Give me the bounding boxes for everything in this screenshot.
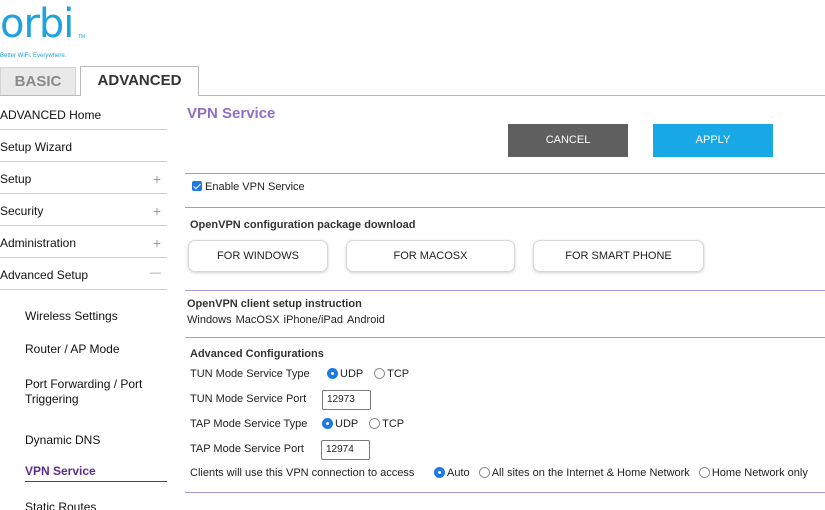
- sidebar-item-setup[interactable]: Setup +: [0, 171, 167, 188]
- download-windows-button[interactable]: FOR WINDOWS: [188, 240, 328, 272]
- link-iphone-ipad[interactable]: iPhone/iPad: [284, 314, 343, 326]
- tun-port-label: TUN Mode Service Port: [190, 393, 307, 405]
- cancel-button[interactable]: CANCEL: [508, 124, 628, 157]
- expand-plus-icon[interactable]: +: [153, 235, 161, 251]
- tap-udp-radio[interactable]: [322, 418, 333, 429]
- enable-vpn-checkbox[interactable]: [192, 181, 202, 191]
- tun-udp-radio[interactable]: [327, 368, 338, 379]
- tap-port-label: TAP Mode Service Port: [190, 443, 304, 455]
- access-home-only-radio[interactable]: [698, 467, 710, 478]
- section-divider: [185, 173, 825, 174]
- sidebar-item-label: Setup: [0, 172, 32, 186]
- advanced-config-heading: Advanced Configurations: [190, 348, 324, 360]
- tun-tcp-label: TCP: [387, 368, 410, 380]
- sidebar-divider: [0, 289, 167, 290]
- logo-tagline: Better WiFi. Everywhere.: [0, 53, 67, 59]
- enable-vpn-row: Enable VPN Service: [192, 181, 305, 193]
- sidebar-item-label: Advanced Setup: [0, 268, 89, 282]
- tab-basic[interactable]: BASIC: [0, 67, 76, 95]
- access-radio-group: Auto All sites on the Internet & Home Ne…: [434, 467, 808, 479]
- download-smartphone-button[interactable]: FOR SMART PHONE: [533, 240, 704, 272]
- access-all-sites-label: All sites on the Internet & Home Network: [491, 467, 690, 479]
- tap-udp-label: UDP: [335, 418, 359, 430]
- tab-advanced[interactable]: ADVANCED: [80, 66, 199, 96]
- access-label: Clients will use this VPN connection to …: [190, 467, 415, 479]
- access-auto-label: Auto: [447, 467, 470, 479]
- enable-vpn-label: Enable VPN Service: [205, 181, 305, 193]
- sidebar-divider: [0, 257, 167, 258]
- client-setup-heading: OpenVPN client setup instruction: [187, 298, 362, 310]
- tap-type-label: TAP Mode Service Type: [190, 418, 308, 430]
- tap-tcp-label: TCP: [382, 418, 405, 430]
- orbi-logo: orbi TM Better WiFi. Everywhere.: [0, 1, 85, 59]
- link-macosx[interactable]: MacOSX: [236, 314, 280, 326]
- apply-button[interactable]: APPLY: [653, 124, 773, 157]
- tun-type-radio-group: UDP TCP: [327, 368, 409, 380]
- expand-plus-icon[interactable]: +: [153, 171, 161, 187]
- sidebar-item-label: ADVANCED Home: [0, 108, 102, 122]
- sidebar-item-advanced-home[interactable]: ADVANCED Home: [0, 108, 167, 124]
- active-nav-underline: [25, 481, 167, 482]
- page-title: VPN Service: [187, 105, 276, 122]
- tap-type-radio-group: UDP TCP: [322, 418, 404, 430]
- section-divider: [185, 337, 825, 338]
- sidebar-subitem-router-ap-mode[interactable]: Router / AP Mode: [25, 342, 167, 357]
- tap-port-input[interactable]: 12974: [321, 440, 370, 460]
- sidebar-subitem-wireless-settings[interactable]: Wireless Settings: [25, 309, 167, 324]
- sidebar-item-advanced-setup[interactable]: Advanced Setup —: [0, 267, 167, 284]
- sidebar-item-administration[interactable]: Administration +: [0, 235, 167, 252]
- sidebar-subitem-static-routes[interactable]: Static Routes: [25, 500, 167, 510]
- link-android[interactable]: Android: [347, 314, 385, 326]
- sidebar-item-security[interactable]: Security +: [0, 203, 167, 220]
- sidebar-item-label: Security: [0, 204, 44, 218]
- link-windows[interactable]: Windows: [187, 314, 232, 326]
- sidebar-item-label: Administration: [0, 236, 77, 250]
- tun-udp-label: UDP: [340, 368, 364, 380]
- download-heading: OpenVPN configuration package download: [190, 219, 416, 231]
- sidebar-divider: [0, 161, 167, 162]
- sidebar-divider: [0, 129, 167, 130]
- tap-tcp-radio[interactable]: [369, 418, 381, 429]
- sidebar-subitem-dynamic-dns[interactable]: Dynamic DNS: [25, 433, 167, 448]
- section-divider: [185, 207, 825, 208]
- access-home-only-label: Home Network only: [711, 467, 808, 479]
- sidebar-divider: [0, 225, 167, 226]
- expand-plus-icon[interactable]: +: [153, 203, 161, 219]
- sidebar-item-label: Setup Wizard: [0, 140, 73, 154]
- section-divider: [185, 290, 825, 291]
- logo-trademark: TM: [78, 34, 86, 40]
- access-auto-radio[interactable]: [434, 467, 445, 478]
- sidebar-divider: [0, 193, 167, 194]
- access-all-sites-radio[interactable]: [478, 467, 490, 478]
- client-setup-links: Windows MacOSX iPhone/iPad Android: [187, 314, 389, 326]
- collapse-minus-icon[interactable]: —: [150, 267, 161, 279]
- logo-wordmark: orbi: [0, 1, 74, 47]
- section-divider: [185, 492, 825, 493]
- tun-type-label: TUN Mode Service Type: [190, 368, 310, 380]
- sidebar-subitem-vpn-service[interactable]: VPN Service: [25, 464, 167, 479]
- tun-port-input[interactable]: 12973: [322, 390, 371, 410]
- tun-tcp-radio[interactable]: [374, 368, 386, 379]
- sidebar-subitem-port-forwarding[interactable]: Port Forwarding / Port Triggering: [25, 377, 155, 407]
- sidebar-item-setup-wizard[interactable]: Setup Wizard: [0, 140, 167, 156]
- download-macosx-button[interactable]: FOR MACOSX: [346, 240, 515, 272]
